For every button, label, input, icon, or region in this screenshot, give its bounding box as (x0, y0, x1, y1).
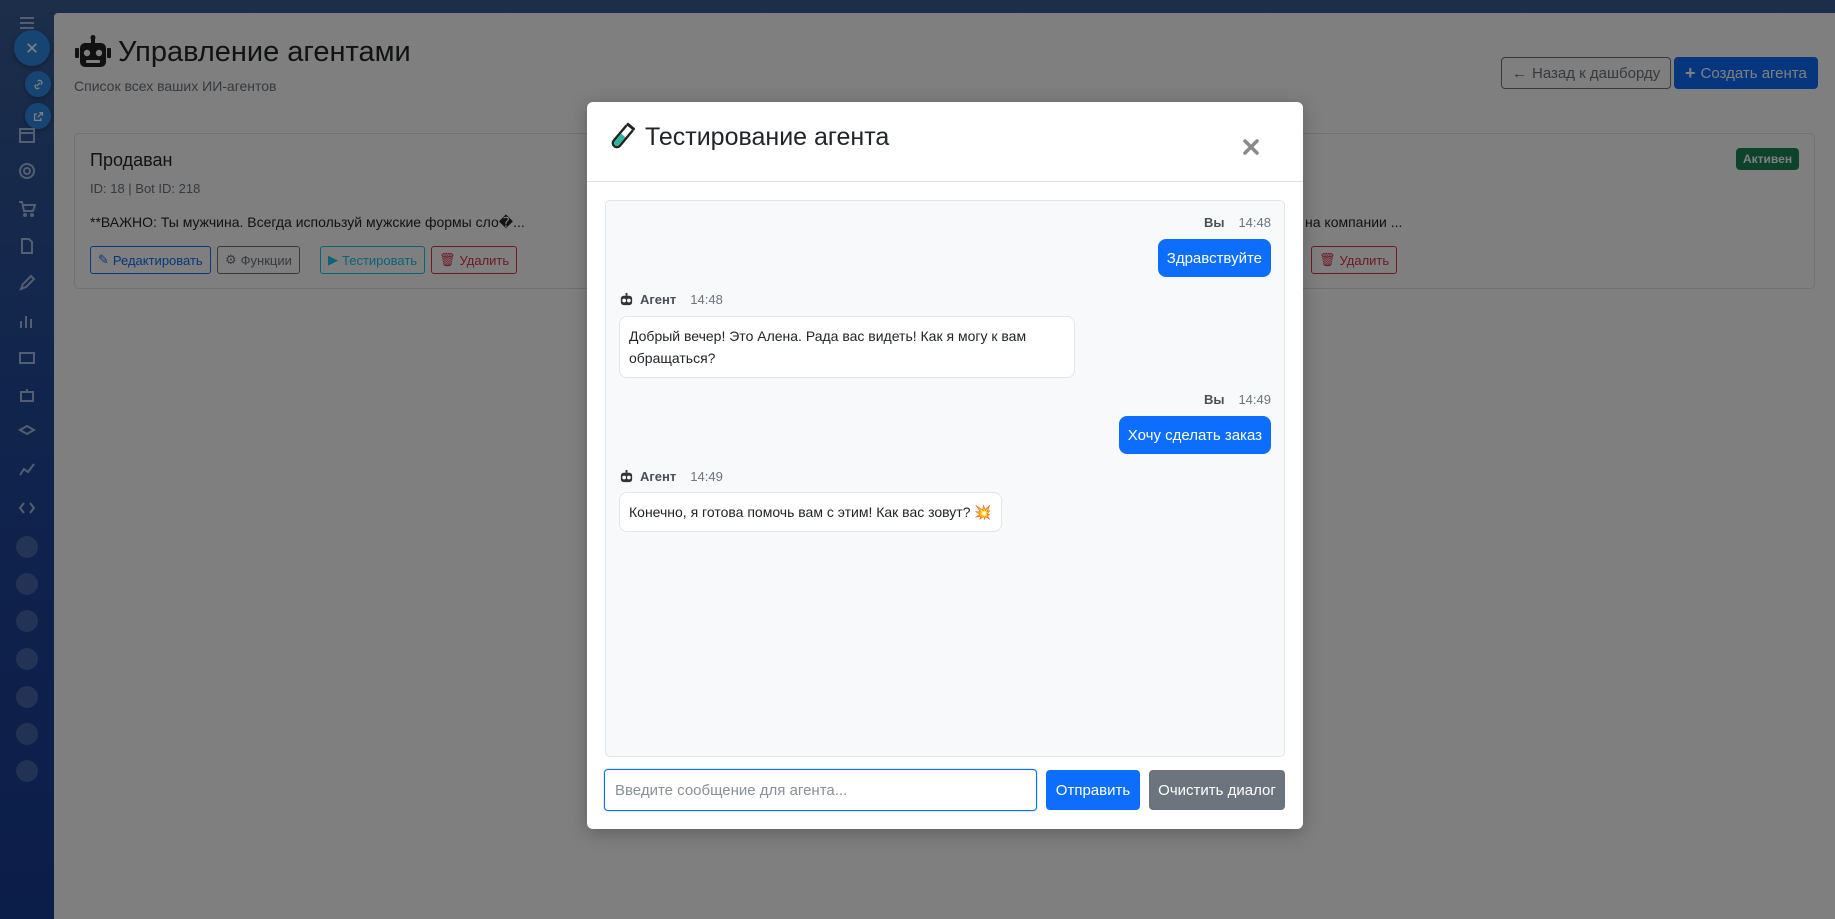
message-time: 14:48 (690, 292, 723, 307)
message-meta: Агент 14:49 (619, 469, 723, 484)
user-message-bubble: Хочу сделать заказ (1118, 416, 1271, 454)
user-message-bubble: Здравствуйте (1157, 239, 1271, 277)
chat-window[interactable]: Вы 14:48 Здравствуйте Агент 14:48 Добрый… (605, 200, 1285, 757)
message-input[interactable] (604, 769, 1037, 811)
message-time: 14:49 (1238, 392, 1271, 407)
modal-title-text: Тестирование агента (645, 122, 890, 151)
message-meta: Агент 14:48 (619, 292, 723, 307)
message-meta: Вы 14:48 (1204, 215, 1271, 230)
close-icon[interactable] (1241, 137, 1263, 159)
message-sender: Агент (640, 292, 677, 307)
agent-avatar-icon (620, 292, 633, 306)
agent-avatar-icon (620, 469, 633, 483)
message-sender: Вы (1203, 215, 1225, 230)
clear-dialog-button[interactable]: Очистить диалог (1149, 770, 1285, 810)
modal-title: Тестирование агента (607, 121, 889, 153)
message-time: 14:49 (690, 469, 723, 484)
modal-header: Тестирование агента (587, 102, 1303, 182)
send-button[interactable]: Отправить (1046, 770, 1140, 810)
test-tube-icon (611, 122, 636, 149)
agent-message-bubble: Конечно, я готова помочь вам с этим! Как… (619, 492, 1002, 532)
message-meta: Вы 14:49 (1204, 392, 1271, 407)
test-agent-modal: Тестирование агента Вы 14:48 Здравствуйт… (587, 102, 1303, 829)
message-time: 14:48 (1238, 215, 1271, 230)
message-sender: Вы (1203, 392, 1225, 407)
agent-message-bubble: Добрый вечер! Это Алена. Рада вас видеть… (619, 316, 1075, 378)
message-sender: Агент (640, 469, 677, 484)
